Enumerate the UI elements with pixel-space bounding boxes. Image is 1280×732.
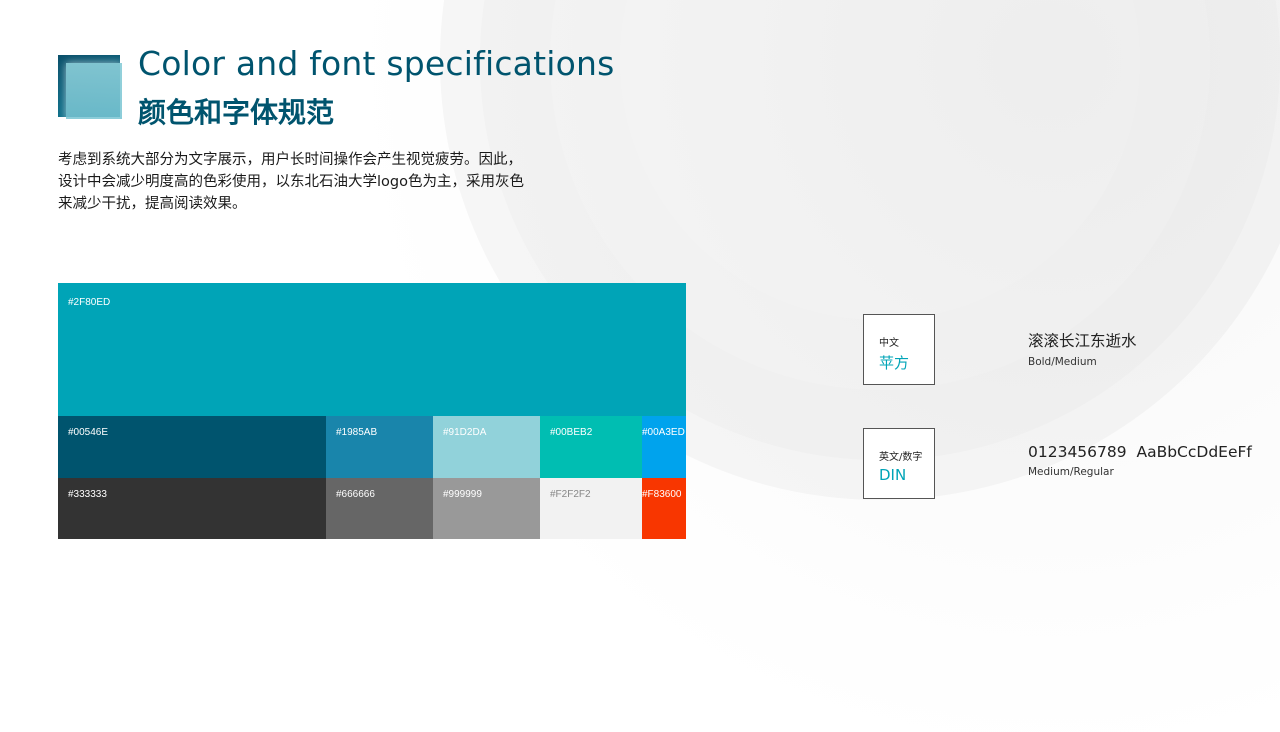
font-sample-text: 滚滚长江东逝水: [1028, 332, 1137, 350]
swatch-code: #2F80ED: [68, 297, 111, 308]
font-card-name: DIN: [879, 466, 907, 484]
description-text: 考虑到系统大部分为文字展示，用户长时间操作会产生视觉疲劳。因此， 设计中会减少明…: [58, 149, 568, 215]
swatch-row2-4: #F2F2F2: [540, 478, 642, 539]
swatch-code: #00BEB2: [550, 427, 593, 438]
swatch-code: #999999: [443, 489, 482, 500]
swatch-code: #666666: [336, 489, 375, 500]
font-card-chinese: 中文 苹方: [863, 314, 935, 385]
logo-front-square: [66, 63, 122, 119]
font-sample-english: 0123456789 AaBbCcDdEeFf Medium/Regular: [1028, 443, 1252, 478]
description-line: 来减少干扰，提高阅读效果。: [58, 196, 247, 212]
font-sample-weights: Medium/Regular: [1028, 466, 1114, 478]
page-title-english: Color and font specifications: [138, 44, 615, 83]
swatch-code: #333333: [68, 489, 107, 500]
description-line: 考虑到系统大部分为文字展示，用户长时间操作会产生视觉疲劳。因此，: [58, 152, 522, 168]
page-title-chinese: 颜色和字体规范: [138, 96, 335, 129]
font-sample-chinese: 滚滚长江东逝水 Bold/Medium: [1028, 329, 1137, 368]
swatch-code: #F83600: [642, 489, 682, 500]
swatch-row1-2: #1985AB: [326, 416, 433, 478]
description-line: 设计中会减少明度高的色彩使用，以东北石油大学logo色为主，采用灰色: [58, 174, 524, 190]
font-card-label: 英文/数字: [879, 452, 923, 463]
swatch-row1-3: #91D2DA: [433, 416, 540, 478]
swatch-row1-4: #00BEB2: [540, 416, 642, 478]
font-sample-weights: Bold/Medium: [1028, 356, 1097, 368]
swatch-row2-1: #333333: [58, 478, 326, 539]
font-card-label: 中文: [879, 338, 899, 349]
brand-logo-icon: [58, 55, 122, 119]
swatch-code: #00A3ED: [642, 427, 685, 438]
swatch-row1-5: #00A3ED: [642, 416, 686, 478]
swatch-row2-5: #F83600: [642, 478, 686, 539]
swatch-code: #00546E: [68, 427, 109, 438]
font-card-english: 英文/数字 DIN: [863, 428, 935, 499]
font-card-name: 苹方: [879, 354, 910, 372]
color-palette: #2F80ED #00546E #1985AB #91D2DA #00BEB2 …: [58, 283, 686, 539]
font-sample-text: 0123456789 AaBbCcDdEeFf: [1028, 443, 1252, 461]
swatch-row2-2: #666666: [326, 478, 433, 539]
swatch-code: #1985AB: [336, 427, 378, 438]
swatch-row2-3: #999999: [433, 478, 540, 539]
swatch-code: #91D2DA: [443, 427, 487, 438]
swatch-primary: #2F80ED: [58, 283, 686, 416]
swatch-code: #F2F2F2: [550, 489, 591, 500]
swatch-row1-1: #00546E: [58, 416, 326, 478]
